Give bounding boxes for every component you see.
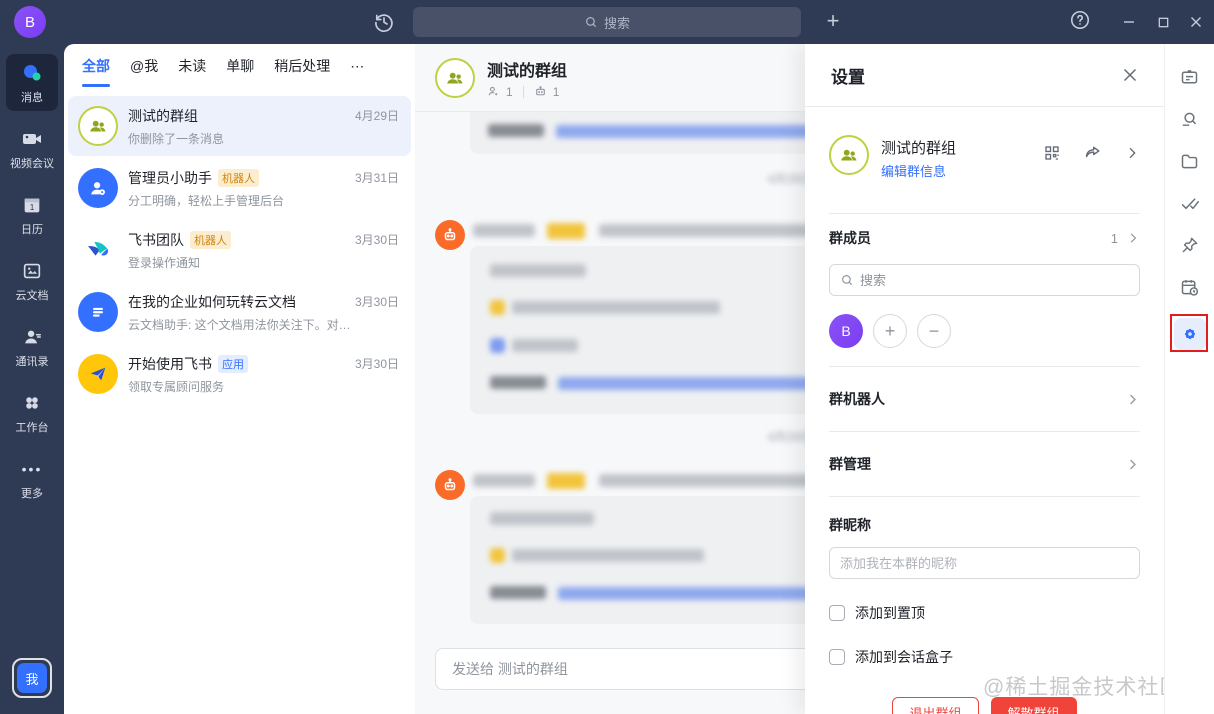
chatbox-checkbox-row[interactable]: 添加到会话盒子 <box>829 647 1140 667</box>
member-search-input[interactable] <box>860 272 1129 288</box>
leave-group-button[interactable]: 退出群组 <box>892 697 979 714</box>
count-divider <box>522 85 524 98</box>
group-avatar <box>435 57 475 98</box>
svg-text:1: 1 <box>30 203 35 212</box>
pin-checkbox-row[interactable]: 添加到置顶 <box>829 603 1140 623</box>
nav-item-docs[interactable]: 云文档 <box>6 252 58 309</box>
member-search-box[interactable] <box>829 264 1140 296</box>
bot-count-icon <box>534 85 547 98</box>
tab-later[interactable]: 稍后处理 <box>274 52 330 80</box>
chevron-right-icon[interactable] <box>1124 145 1140 161</box>
chevron-right-icon <box>1130 233 1137 243</box>
nav-item-messages[interactable]: 消息 <box>6 54 58 111</box>
tab-direct[interactable]: 单聊 <box>226 52 254 80</box>
settings-group-name: 测试的群组 <box>881 140 957 157</box>
search-in-chat-icon[interactable] <box>1179 108 1201 130</box>
me-button[interactable]: 我 <box>12 658 52 698</box>
nav-item-more[interactable]: ••• 更多 <box>6 450 58 507</box>
chat-list-item-admin-helper[interactable]: 管理员小助手 机器人 分工明确，轻松上手管理后台 3月31日 <box>68 158 411 218</box>
left-nav-rail: 消息 视频会议 1 日历 云文档 通讯录 工作台 ••• 更多 我 <box>0 44 64 714</box>
chat-list-item-get-started[interactable]: 开始使用飞书 应用 领取专属顾问服务 3月30日 <box>68 344 411 404</box>
plus-icon[interactable]: + <box>820 8 846 34</box>
chat-title: 测试的群组 <box>487 62 568 80</box>
edit-group-info-link[interactable]: 编辑群信息 <box>881 161 946 180</box>
settings-panel: 设置 测试的群组 编辑群信息 群成员 1 搜索 B + − 群机器人 群管理 群… <box>805 44 1180 714</box>
divider <box>829 496 1140 497</box>
robot-avatar <box>435 220 465 250</box>
robot-tag: 机器人 <box>190 230 231 249</box>
qr-code-icon[interactable] <box>1043 144 1061 162</box>
chat-list-item-feishu-team[interactable]: 飞书团队 机器人 登录操作通知 3月30日 <box>68 220 411 280</box>
group-robots-row[interactable]: 群机器人 <box>829 367 1140 431</box>
feishu-logo-avatar <box>78 230 118 270</box>
pin-checkbox[interactable] <box>829 605 845 621</box>
robot-tag: 机器人 <box>218 168 259 187</box>
minimize-button[interactable] <box>1119 12 1139 32</box>
dissolve-group-button[interactable]: 解散群组 <box>990 697 1077 714</box>
settings-gear-active[interactable] <box>1169 314 1208 352</box>
chevron-right-icon <box>1130 459 1136 469</box>
schedule-icon[interactable] <box>1179 276 1201 298</box>
group-manage-row[interactable]: 群管理 <box>829 432 1140 496</box>
nav-item-contacts[interactable]: 通讯录 <box>6 318 58 375</box>
nickname-label: 群昵称 <box>829 517 871 533</box>
global-search-input[interactable]: 搜索 <box>413 7 801 37</box>
nav-item-workspace[interactable]: 工作台 <box>6 384 58 441</box>
nav-item-calendar[interactable]: 1 日历 <box>6 186 58 243</box>
pin-icon[interactable] <box>1179 234 1201 256</box>
contacts-icon <box>20 325 44 349</box>
doc-avatar <box>78 292 118 332</box>
add-member-button[interactable]: + <box>873 314 907 348</box>
robot-avatar <box>435 470 465 500</box>
title-bar: B 搜索 + <box>0 0 1214 44</box>
calendar-icon: 1 <box>20 193 44 217</box>
chat-filter-tabs: 全部 @我 未读 单聊 稍后处理 ⋯ <box>64 44 415 88</box>
close-button[interactable] <box>1186 12 1206 32</box>
nickname-input[interactable] <box>829 547 1140 579</box>
help-icon[interactable] <box>1069 9 1093 33</box>
right-tool-rail <box>1164 44 1214 714</box>
tab-more[interactable]: ⋯ <box>350 54 364 79</box>
chat-list-item-test-group[interactable]: 测试的群组 你删除了一条消息 4月29日 <box>68 96 411 156</box>
chat-list-item-cloud-docs[interactable]: 在我的企业如何玩转云文档 云文档助手: 这个文档用法你关注下。对… 3月30日 <box>68 282 411 342</box>
member-count-icon <box>487 85 500 98</box>
more-dots-icon: ••• <box>21 461 43 477</box>
bot-count: 1 <box>552 84 560 99</box>
maximize-button[interactable] <box>1153 12 1173 32</box>
paper-plane-avatar <box>78 354 118 394</box>
search-icon <box>584 15 598 29</box>
nav-item-video[interactable]: 视频会议 <box>6 120 58 177</box>
search-icon <box>840 273 854 287</box>
remove-member-button[interactable]: − <box>917 314 951 348</box>
cloud-docs-icon <box>20 259 44 283</box>
chatbox-checkbox[interactable] <box>829 649 845 665</box>
tab-at-me[interactable]: @我 <box>130 52 158 80</box>
tab-all[interactable]: 全部 <box>82 52 110 87</box>
workspace-grid-icon <box>20 391 44 415</box>
chat-list-panel: 全部 @我 未读 单聊 稍后处理 ⋯ 测试的群组 你删除了一条消息 4月29日 … <box>64 44 415 714</box>
share-icon[interactable] <box>1083 143 1102 162</box>
member-avatar[interactable]: B <box>829 314 863 348</box>
admin-helper-avatar <box>78 168 118 208</box>
red-highlight-box <box>1169 314 1208 352</box>
announcement-icon[interactable] <box>1179 66 1201 88</box>
search-placeholder: 搜索 <box>603 15 630 31</box>
group-members-row[interactable]: 群成员 1 <box>829 214 1140 262</box>
chat-bubbles-icon <box>20 61 44 85</box>
member-count: 1 <box>506 84 513 99</box>
folder-icon[interactable] <box>1179 150 1201 172</box>
chevron-right-icon <box>1130 394 1136 404</box>
close-icon[interactable] <box>1120 65 1140 85</box>
tab-unread[interactable]: 未读 <box>178 52 206 80</box>
app-tag: 应用 <box>218 354 248 373</box>
settings-title: 设置 <box>831 67 865 87</box>
history-icon[interactable] <box>372 10 396 34</box>
user-avatar[interactable]: B <box>14 6 46 38</box>
double-check-icon[interactable] <box>1179 192 1201 214</box>
group-avatar <box>829 135 869 175</box>
members-count: 1 <box>1110 230 1118 246</box>
group-avatar <box>78 106 118 146</box>
video-camera-icon <box>20 127 44 151</box>
